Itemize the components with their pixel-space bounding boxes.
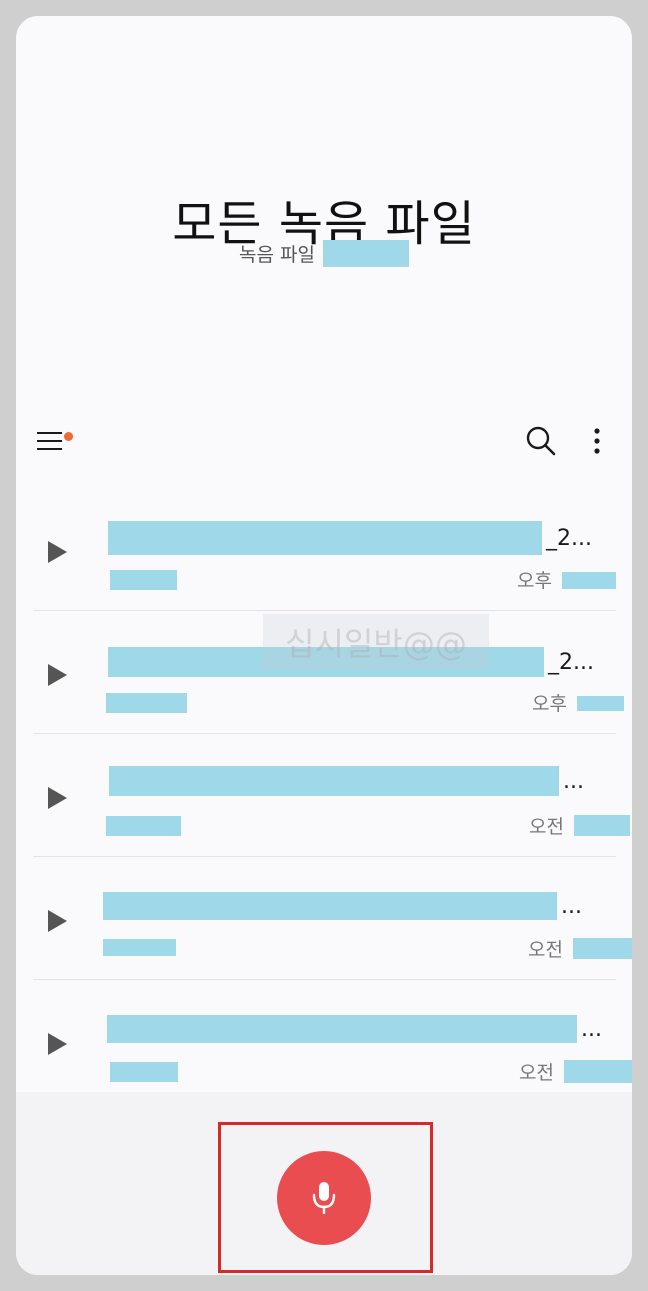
redacted-time: [562, 572, 616, 589]
recording-time: 오후: [517, 566, 616, 593]
list-item[interactable]: ... 오전: [33, 857, 632, 980]
redacted-title: [107, 1015, 577, 1043]
redacted-time: [573, 938, 632, 959]
play-icon[interactable]: [45, 909, 69, 933]
redacted-duration: [106, 816, 181, 836]
title-suffix: _2...: [546, 525, 592, 551]
redacted-count: [322, 240, 409, 267]
redacted-title: [108, 521, 542, 555]
recording-count: 녹음 파일: [16, 240, 632, 267]
recorder-screen: 모든 녹음 파일 녹음 파일 _2... 오후 _2... 오후 ... 오전 …: [16, 16, 632, 1275]
list-item[interactable]: ... 오전: [33, 734, 630, 857]
redacted-time: [564, 1060, 632, 1083]
play-icon[interactable]: [45, 1032, 69, 1056]
redacted-time: [577, 696, 624, 711]
redacted-duration: [110, 1062, 178, 1082]
title-suffix: ...: [581, 1016, 602, 1042]
notification-dot: [64, 432, 73, 441]
play-icon[interactable]: [45, 663, 69, 687]
list-item[interactable]: _2... 오후: [33, 488, 616, 611]
time-period-label: 오전: [519, 1062, 554, 1084]
record-button[interactable]: [277, 1151, 371, 1245]
recording-list: _2... 오후 _2... 오후 ... 오전 ... 오전 ... 오전: [33, 488, 632, 1102]
redacted-title: [103, 892, 557, 920]
title-suffix: ...: [561, 893, 582, 919]
redacted-title: [109, 766, 559, 796]
recording-title: _2...: [108, 521, 592, 555]
title-suffix: _2...: [548, 649, 594, 675]
list-item[interactable]: ... 오전: [33, 980, 632, 1102]
hamburger-menu-icon[interactable]: [37, 426, 67, 456]
microphone-icon: [312, 1182, 336, 1215]
recording-title: ...: [107, 1012, 602, 1046]
play-icon[interactable]: [45, 786, 69, 810]
more-vert-icon[interactable]: [585, 424, 609, 458]
search-icon[interactable]: [524, 424, 558, 458]
time-period-label: 오후: [532, 693, 567, 715]
watermark: 십시일반@@: [263, 614, 489, 670]
play-icon[interactable]: [45, 540, 69, 564]
recording-time: 오전: [519, 1058, 632, 1085]
redacted-duration: [106, 693, 187, 713]
redacted-duration: [110, 570, 177, 590]
time-period-label: 오전: [528, 939, 563, 961]
recording-time: 오전: [528, 935, 632, 962]
time-period-label: 오전: [529, 816, 564, 838]
redacted-time: [574, 815, 630, 836]
recording-time: 오후: [532, 689, 624, 716]
title-suffix: ...: [563, 768, 584, 794]
time-period-label: 오후: [517, 570, 552, 592]
recording-title: ...: [103, 889, 582, 923]
recording-count-label: 녹음 파일: [239, 244, 315, 266]
recording-time: 오전: [529, 812, 630, 839]
recording-title: ...: [109, 764, 584, 798]
redacted-duration: [103, 939, 176, 956]
